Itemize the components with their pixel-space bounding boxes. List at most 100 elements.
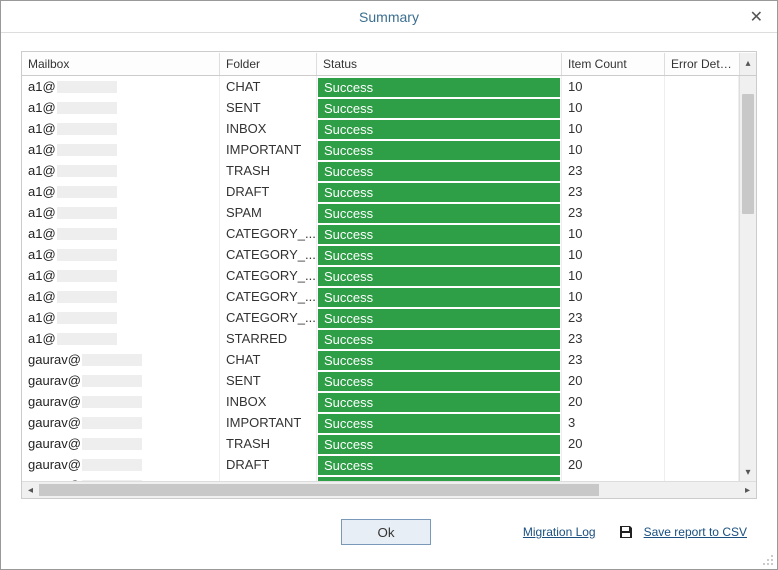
cell-error-details [665, 244, 739, 265]
cell-item-count: 10 [562, 139, 665, 160]
cell-status: Success [317, 328, 562, 349]
save-report-link[interactable]: Save report to CSV [644, 525, 747, 539]
cell-mailbox: a1@ [22, 118, 220, 139]
column-header-error-details[interactable]: Error Details [665, 53, 739, 75]
cell-folder: CHAT [220, 76, 317, 97]
table-row[interactable]: a1@SENTSuccess10 [22, 97, 739, 118]
table-row[interactable]: a1@INBOXSuccess10 [22, 118, 739, 139]
cell-mailbox: a1@ [22, 181, 220, 202]
cell-mailbox: a1@ [22, 307, 220, 328]
table-row[interactable]: a1@TRASHSuccess23 [22, 160, 739, 181]
column-header-item-count[interactable]: Item Count [562, 53, 665, 75]
table-row[interactable]: gaurav@IMPORTANTSuccess 3 [22, 412, 739, 433]
table-row[interactable]: a1@CHATSuccess10 [22, 76, 739, 97]
table-row[interactable]: a1@DRAFTSuccess23 [22, 181, 739, 202]
migration-log-link[interactable]: Migration Log [523, 525, 596, 539]
summary-dialog: Summary ✕ Mailbox Folder Status Item Cou… [0, 0, 778, 570]
cell-error-details [665, 370, 739, 391]
cell-status: Success [317, 370, 562, 391]
scroll-down-arrow[interactable]: ▾ [740, 464, 756, 481]
window-title: Summary [359, 9, 419, 25]
ok-button[interactable]: Ok [341, 519, 431, 545]
resize-grip[interactable] [763, 555, 775, 567]
cell-folder: STARRED [220, 328, 317, 349]
cell-error-details [665, 307, 739, 328]
table-body: a1@CHATSuccess10a1@SENTSuccess10a1@INBOX… [22, 76, 739, 481]
cell-item-count: 20 [562, 454, 665, 475]
cell-folder: CATEGORY_... [220, 265, 317, 286]
cell-item-count: 10 [562, 97, 665, 118]
table-row[interactable]: a1@CATEGORY_...Success10 [22, 286, 739, 307]
table-header: Mailbox Folder Status Item Count Error D… [22, 52, 756, 76]
cell-item-count: 20 [562, 391, 665, 412]
cell-status: Success [317, 349, 562, 370]
vertical-scroll-thumb[interactable] [742, 94, 754, 214]
cell-error-details [665, 202, 739, 223]
cell-status: Success [317, 118, 562, 139]
table-row[interactable]: a1@CATEGORY_...Success10 [22, 265, 739, 286]
cell-folder: TRASH [220, 433, 317, 454]
scroll-up-arrow[interactable]: ▴ [739, 53, 756, 75]
table-row[interactable]: a1@IMPORTANTSuccess10 [22, 139, 739, 160]
cell-item-count: 10 [562, 76, 665, 97]
cell-item-count: 20 [562, 370, 665, 391]
cell-error-details [665, 349, 739, 370]
horizontal-scroll-thumb[interactable] [39, 484, 599, 496]
cell-folder: CHAT [220, 349, 317, 370]
table-row[interactable]: gaurav@DRAFTSuccess20 [22, 454, 739, 475]
column-header-status[interactable]: Status [317, 53, 562, 75]
cell-status: Success [317, 202, 562, 223]
table-row[interactable]: a1@CATEGORY_...Success10 [22, 223, 739, 244]
cell-item-count: 23 [562, 160, 665, 181]
table-row[interactable]: a1@CATEGORY_...Success23 [22, 307, 739, 328]
table-row[interactable]: a1@SPAMSuccess23 [22, 202, 739, 223]
cell-status: Success [317, 223, 562, 244]
cell-folder: IMPORTANT [220, 139, 317, 160]
cell-error-details [665, 454, 739, 475]
cell-mailbox: a1@ [22, 139, 220, 160]
cell-mailbox: a1@ [22, 160, 220, 181]
close-icon[interactable]: ✕ [744, 7, 769, 27]
cell-status: Success [317, 181, 562, 202]
cell-folder: CATEGORY_... [220, 307, 317, 328]
cell-error-details [665, 160, 739, 181]
horizontal-scrollbar[interactable]: ◂ ▸ [22, 481, 756, 498]
cell-folder: CATEGORY_... [220, 223, 317, 244]
table-row[interactable]: gaurav@SENTSuccess20 [22, 370, 739, 391]
cell-mailbox: a1@ [22, 76, 220, 97]
cell-item-count: 10 [562, 118, 665, 139]
cell-item-count: 10 [562, 223, 665, 244]
cell-item-count: 23 [562, 307, 665, 328]
cell-mailbox: a1@ [22, 202, 220, 223]
cell-folder: CATEGORY_... [220, 286, 317, 307]
cell-mailbox: gaurav@ [22, 433, 220, 454]
cell-item-count: 10 [562, 244, 665, 265]
scroll-right-arrow[interactable]: ▸ [739, 485, 756, 496]
cell-error-details [665, 181, 739, 202]
cell-mailbox: gaurav@ [22, 349, 220, 370]
cell-mailbox: a1@ [22, 97, 220, 118]
cell-status: Success [317, 391, 562, 412]
titlebar: Summary ✕ [1, 1, 777, 33]
cell-error-details [665, 265, 739, 286]
column-header-mailbox[interactable]: Mailbox [22, 53, 220, 75]
table-row[interactable]: gaurav@INBOXSuccess20 [22, 391, 739, 412]
cell-folder: IMPORTANT [220, 412, 317, 433]
cell-status: Success [317, 160, 562, 181]
table-row[interactable]: gaurav@CHATSuccess23 [22, 349, 739, 370]
cell-mailbox: gaurav@ [22, 454, 220, 475]
cell-error-details [665, 76, 739, 97]
cell-mailbox: a1@ [22, 223, 220, 244]
table-row[interactable]: a1@CATEGORY_...Success10 [22, 244, 739, 265]
table-row[interactable]: gaurav@TRASHSuccess20 [22, 433, 739, 454]
vertical-scrollbar[interactable]: ▾ [739, 76, 756, 481]
cell-folder: DRAFT [220, 454, 317, 475]
cell-status: Success [317, 244, 562, 265]
scroll-left-arrow[interactable]: ◂ [22, 485, 39, 496]
cell-error-details [665, 433, 739, 454]
cell-error-details [665, 223, 739, 244]
table-row[interactable]: a1@STARREDSuccess23 [22, 328, 739, 349]
column-header-folder[interactable]: Folder [220, 53, 317, 75]
cell-error-details [665, 139, 739, 160]
cell-mailbox: a1@ [22, 286, 220, 307]
